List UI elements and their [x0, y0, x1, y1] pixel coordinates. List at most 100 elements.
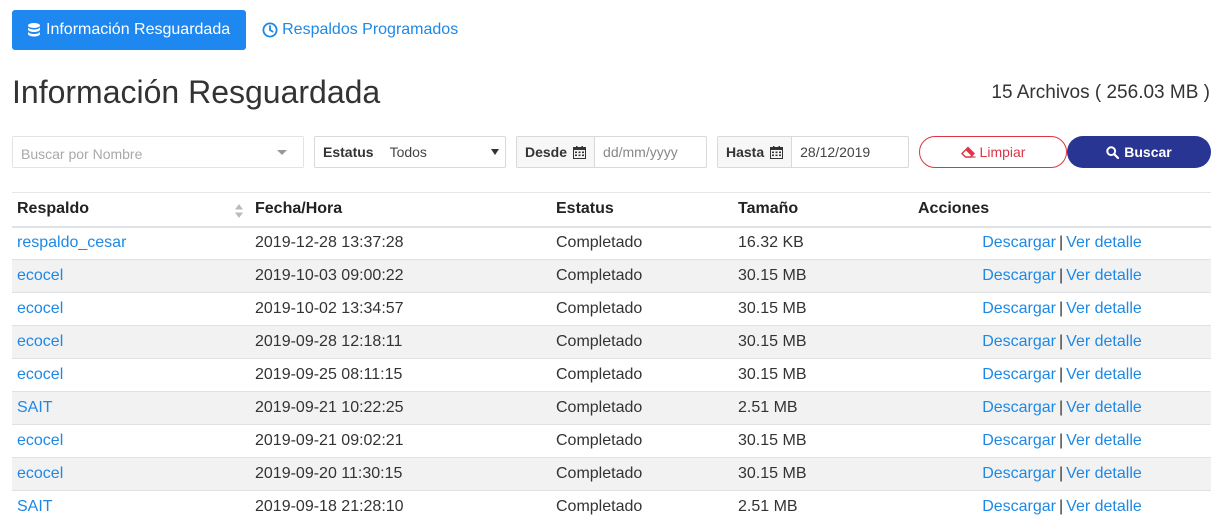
- status-select[interactable]: Todos: [378, 137, 505, 167]
- tab-respaldos-programados[interactable]: Respaldos Programados: [262, 21, 458, 39]
- files-summary: 15 Archivos ( 256.03 MB ): [991, 82, 1210, 103]
- cell-respaldo[interactable]: SAIT: [12, 490, 250, 524]
- table-row: SAIT 2019-09-18 21:28:10 Completado 2.51 MB…: [12, 490, 1211, 524]
- cell-acciones: Descargar | Ver detalle: [913, 325, 1211, 359]
- view-detail-link[interactable]: Ver detalle: [1066, 333, 1142, 350]
- caret-down-icon: [491, 149, 499, 155]
- status-label: Estatus: [315, 137, 378, 167]
- cell-tamano: 2.51 MB: [733, 391, 913, 425]
- view-detail-link[interactable]: Ver detalle: [1066, 234, 1142, 251]
- cell-estatus: Completado: [551, 391, 733, 425]
- view-detail-link[interactable]: Ver detalle: [1066, 399, 1142, 416]
- action-separator: |: [1059, 267, 1064, 284]
- view-detail-link[interactable]: Ver detalle: [1066, 432, 1142, 449]
- cell-estatus: Completado: [551, 358, 733, 392]
- cell-respaldo[interactable]: ecocel: [12, 457, 250, 491]
- cell-fecha-hora: 2019-09-25 08:11:15: [250, 358, 551, 392]
- cell-fecha-hora: 2019-09-28 12:18:11: [250, 325, 551, 359]
- cell-acciones: Descargar | Ver detalle: [913, 424, 1211, 458]
- action-separator: |: [1059, 399, 1064, 416]
- to-label: Hasta: [718, 137, 793, 167]
- header-label: Respaldo: [17, 200, 90, 218]
- backup-name-link[interactable]: SAIT: [17, 399, 53, 416]
- view-detail-link[interactable]: Ver detalle: [1066, 465, 1142, 482]
- to-date-input[interactable]: 28/12/2019: [792, 137, 908, 167]
- cell-estatus: Completado: [551, 325, 733, 359]
- cell-respaldo[interactable]: SAIT: [12, 391, 250, 425]
- header-fecha-hora: Fecha/Hora: [250, 192, 551, 228]
- view-detail-link[interactable]: Ver detalle: [1066, 267, 1142, 284]
- view-detail-link[interactable]: Ver detalle: [1066, 498, 1142, 515]
- from-date-input[interactable]: dd/mm/yyyy: [595, 137, 706, 167]
- table-row: ecocel 2019-09-25 08:11:15 Completado 30.15…: [12, 358, 1211, 392]
- view-detail-link[interactable]: Ver detalle: [1066, 366, 1142, 383]
- cell-respaldo[interactable]: respaldo_cesar: [12, 226, 250, 260]
- cell-fecha-hora: 2019-12-28 13:37:28: [250, 226, 551, 260]
- backup-name-link[interactable]: ecocel: [17, 366, 63, 383]
- cell-fecha-hora: 2019-10-03 09:00:22: [250, 259, 551, 293]
- cell-respaldo[interactable]: ecocel: [12, 424, 250, 458]
- cell-tamano: 30.15 MB: [733, 292, 913, 326]
- database-icon: [28, 22, 40, 38]
- search-button[interactable]: Buscar: [1067, 136, 1211, 168]
- cell-acciones: Descargar | Ver detalle: [913, 358, 1211, 392]
- backup-name-link[interactable]: respaldo_cesar: [17, 234, 126, 251]
- filter-bar: Buscar por Nombre Estatus Todos Desde dd…: [12, 136, 1211, 168]
- from-label-text: Desde: [525, 144, 568, 160]
- cell-acciones: Descargar | Ver detalle: [913, 490, 1211, 524]
- action-separator: |: [1059, 366, 1064, 383]
- cell-tamano: 30.15 MB: [733, 358, 913, 392]
- to-label-text: Hasta: [726, 144, 765, 160]
- backup-name-link[interactable]: SAIT: [17, 498, 53, 515]
- cell-estatus: Completado: [551, 226, 733, 260]
- download-link[interactable]: Descargar: [982, 300, 1056, 317]
- cell-acciones: Descargar | Ver detalle: [913, 259, 1211, 293]
- action-separator: |: [1059, 333, 1064, 350]
- download-link[interactable]: Descargar: [982, 267, 1056, 284]
- backup-name-link[interactable]: ecocel: [17, 333, 63, 350]
- cell-respaldo[interactable]: ecocel: [12, 292, 250, 326]
- backup-name-link[interactable]: ecocel: [17, 300, 63, 317]
- from-date-filter: Desde dd/mm/yyyy: [516, 136, 707, 168]
- clear-button[interactable]: Limpiar: [919, 136, 1067, 168]
- backup-name-link[interactable]: ecocel: [17, 432, 63, 449]
- page-title: Información Resguardada: [12, 74, 381, 110]
- status-filter[interactable]: Estatus Todos: [314, 136, 506, 168]
- cell-respaldo[interactable]: ecocel: [12, 325, 250, 359]
- cell-tamano: 30.15 MB: [733, 424, 913, 458]
- view-detail-link[interactable]: Ver detalle: [1066, 300, 1142, 317]
- backups-table: Respaldo Fecha/Hora Estatus Tamaño Accio…: [12, 192, 1211, 524]
- cell-respaldo[interactable]: ecocel: [12, 358, 250, 392]
- backup-name-link[interactable]: ecocel: [17, 465, 63, 482]
- backup-name-link[interactable]: ecocel: [17, 267, 63, 284]
- table-header-row: Respaldo Fecha/Hora Estatus Tamaño Accio…: [12, 192, 1211, 228]
- table-row: SAIT 2019-09-21 10:22:25 Completado 2.51 MB…: [12, 391, 1211, 425]
- download-link[interactable]: Descargar: [982, 366, 1056, 383]
- cell-estatus: Completado: [551, 490, 733, 524]
- sort-icon[interactable]: [234, 203, 244, 219]
- download-link[interactable]: Descargar: [982, 399, 1056, 416]
- cell-fecha-hora: 2019-10-02 13:34:57: [250, 292, 551, 326]
- search-name-select[interactable]: Buscar por Nombre: [12, 136, 304, 168]
- header-respaldo[interactable]: Respaldo: [12, 192, 250, 228]
- download-link[interactable]: Descargar: [982, 498, 1056, 515]
- tab-informacion-resguardada[interactable]: Información Resguardada: [12, 10, 247, 50]
- top-nav: Información Resguardada Respaldos Progra…: [12, 10, 458, 50]
- table-row: ecocel 2019-10-03 09:00:22 Completado 30.15…: [12, 259, 1211, 293]
- chevron-down-icon: [277, 150, 287, 155]
- search-placeholder: Buscar por Nombre: [21, 146, 143, 162]
- header-estatus: Estatus: [551, 192, 733, 228]
- from-label: Desde: [517, 137, 596, 167]
- cell-respaldo[interactable]: ecocel: [12, 259, 250, 293]
- download-link[interactable]: Descargar: [982, 465, 1056, 482]
- cell-tamano: 30.15 MB: [733, 457, 913, 491]
- table-row: respaldo_cesar 2019-12-28 13:37:28 Complet…: [12, 226, 1211, 260]
- download-link[interactable]: Descargar: [982, 333, 1056, 350]
- tab-label: Respaldos Programados: [282, 21, 459, 38]
- action-separator: |: [1059, 234, 1064, 252]
- download-link[interactable]: Descargar: [982, 234, 1056, 251]
- cell-fecha-hora: 2019-09-20 11:30:15: [250, 457, 551, 491]
- action-separator: |: [1059, 300, 1064, 317]
- download-link[interactable]: Descargar: [982, 432, 1056, 449]
- to-date-filter: Hasta 28/12/2019: [717, 136, 909, 168]
